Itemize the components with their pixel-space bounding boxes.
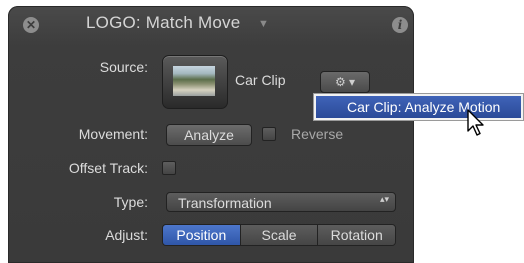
select-arrows-icon: ▴▾ <box>379 194 389 204</box>
analyze-button[interactable]: Analyze <box>166 124 252 146</box>
reverse-checkbox[interactable] <box>262 127 276 141</box>
gear-popup-menu: Car Clip: Analyze Motion <box>313 93 524 121</box>
segment-rotation[interactable]: Rotation <box>317 225 395 245</box>
type-select[interactable]: Transformation ▴▾ <box>166 192 396 212</box>
type-select-value: Transformation <box>178 195 272 211</box>
close-icon[interactable]: ✕ <box>23 17 39 33</box>
source-thumbnail[interactable] <box>162 55 228 109</box>
adjust-segmented-control: Position Scale Rotation <box>162 224 396 246</box>
segment-scale[interactable]: Scale <box>239 225 318 245</box>
movement-label: Movement: <box>78 126 148 142</box>
adjust-label: Adjust: <box>105 227 148 243</box>
segment-position[interactable]: Position <box>163 225 240 245</box>
gear-menu-button[interactable]: ⚙ ▾ <box>320 71 370 93</box>
title-bar: ✕ LOGO: Match Move ▼ i <box>8 6 414 44</box>
source-label: Source: <box>99 59 148 75</box>
title-dropdown-icon[interactable]: ▼ <box>258 18 269 30</box>
mouse-pointer-icon <box>467 109 484 136</box>
reverse-label: Reverse <box>291 126 344 142</box>
inspector-panel: ✕ LOGO: Match Move ▼ i Source: Car Clip … <box>8 6 414 263</box>
info-icon[interactable]: i <box>392 17 408 33</box>
source-clip-name: Car Clip <box>235 72 286 88</box>
clip-thumbnail-image <box>173 66 215 96</box>
panel-title: LOGO: Match Move <box>86 13 241 32</box>
type-label: Type: <box>113 194 148 210</box>
offset-track-checkbox[interactable] <box>162 161 176 175</box>
offset-track-label: Offset Track: <box>68 160 148 176</box>
menu-item-analyze-motion[interactable]: Car Clip: Analyze Motion <box>316 96 521 118</box>
